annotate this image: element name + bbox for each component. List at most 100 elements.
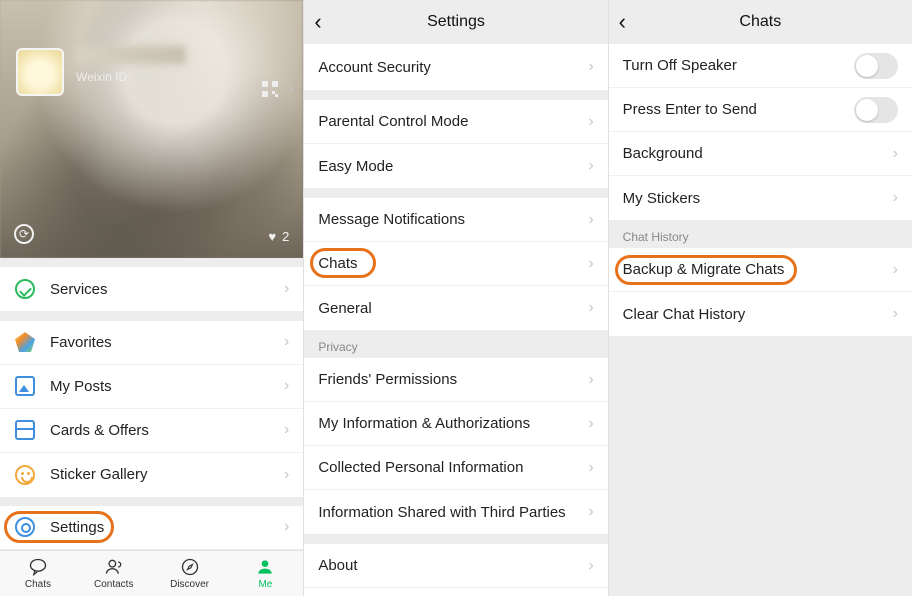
tab-label: Chats [25,579,51,590]
chevron-right-icon: › [288,80,293,98]
chevron-right-icon: › [588,58,593,76]
row-label: Information Shared with Third Parties [318,504,588,521]
chat-bubble-icon [27,557,49,577]
back-button[interactable]: ‹ [314,9,321,35]
row-general[interactable]: General › [304,286,607,330]
chevron-right-icon: › [588,503,593,521]
chevron-right-icon: › [588,299,593,317]
profile-text: Weixin ID: [76,46,186,84]
chevron-right-icon: › [588,211,593,229]
row-label: General [318,300,588,317]
chevron-right-icon: › [893,261,898,279]
menu-label: Services [50,281,284,298]
row-label: Friends' Permissions [318,371,588,388]
sticker-icon [14,464,36,486]
settings-header: ‹ Settings [304,0,607,44]
chevron-right-icon: › [588,157,593,175]
chevron-right-icon: › [588,415,593,433]
row-chats[interactable]: Chats › [304,242,607,286]
row-my-stickers[interactable]: My Stickers › [609,176,912,220]
row-label: Easy Mode [318,158,588,175]
likes-count: 2 [282,229,289,244]
row-label: Background [623,145,893,162]
row-turn-off-speaker[interactable]: Turn Off Speaker [609,44,912,88]
qr-code-icon[interactable] [262,81,278,97]
chevron-right-icon: › [893,189,898,207]
row-easy-mode[interactable]: Easy Mode › [304,144,607,188]
row-label: Account Security [318,59,588,76]
row-about[interactable]: About › [304,544,607,588]
chevron-right-icon: › [284,518,289,536]
menu-label: Sticker Gallery [50,466,284,483]
row-parental-control[interactable]: Parental Control Mode › [304,100,607,144]
row-label: Message Notifications [318,211,588,228]
tab-contacts[interactable]: Contacts [76,557,152,590]
row-message-notifications[interactable]: Message Notifications › [304,198,607,242]
toggle-enter-send[interactable] [854,97,898,123]
section-chat-history: Chat History [609,220,912,248]
menu-settings[interactable]: Settings › [0,506,303,550]
me-pane: Weixin ID: › ⟳ ♥ 2 Services › [0,0,304,596]
chevron-right-icon: › [284,377,289,395]
heart-icon: ♥ [268,229,276,244]
row-backup-migrate[interactable]: Backup & Migrate Chats › [609,248,912,292]
menu-label: Settings [50,519,284,536]
person-icon [254,557,276,577]
gear-icon [14,516,36,538]
row-label: Chats [318,255,588,272]
back-button[interactable]: ‹ [619,9,626,35]
tab-bar: Chats Contacts Discover Me [0,550,303,596]
tab-me[interactable]: Me [227,557,303,590]
posts-icon [14,375,36,397]
compass-icon [179,557,201,577]
tab-label: Discover [170,579,209,590]
chevron-right-icon: › [588,459,593,477]
services-icon [14,278,36,300]
chevron-right-icon: › [284,333,289,351]
contacts-icon [103,557,125,577]
chevron-right-icon: › [588,557,593,575]
chevron-right-icon: › [284,466,289,484]
row-label: Parental Control Mode [318,113,588,130]
row-label: Clear Chat History [623,306,893,323]
row-help-feedback[interactable]: Help & Feedback › [304,588,607,596]
menu-cards-offers[interactable]: Cards & Offers › [0,409,303,453]
row-label: Turn Off Speaker [623,57,854,74]
row-info-shared[interactable]: Information Shared with Third Parties › [304,490,607,534]
row-clear-history[interactable]: Clear Chat History › [609,292,912,336]
row-friends-permissions[interactable]: Friends' Permissions › [304,358,607,402]
profile-header[interactable]: Weixin ID: › ⟳ ♥ 2 [0,0,303,258]
page-title: Chats [739,13,781,31]
row-label: My Stickers [623,190,893,207]
row-background[interactable]: Background › [609,132,912,176]
menu-label: Cards & Offers [50,422,284,439]
cards-icon [14,419,36,441]
menu-favorites[interactable]: Favorites › [0,321,303,365]
row-my-info-auth[interactable]: My Information & Authorizations › [304,402,607,446]
row-collected-info[interactable]: Collected Personal Information › [304,446,607,490]
menu-my-posts[interactable]: My Posts › [0,365,303,409]
tab-chats[interactable]: Chats [0,557,76,590]
menu-sticker-gallery[interactable]: Sticker Gallery › [0,453,303,497]
page-title: Settings [427,13,485,31]
avatar[interactable] [16,48,64,96]
toggle-speaker[interactable] [854,53,898,79]
chevron-right-icon: › [588,371,593,389]
profile-accessory[interactable]: › [262,80,293,98]
menu-services[interactable]: Services › [0,267,303,311]
chevron-right-icon: › [284,421,289,439]
favorites-icon [14,331,36,353]
section-privacy: Privacy [304,330,607,358]
tab-label: Contacts [94,579,133,590]
profile-background-image [0,0,303,258]
row-account-security[interactable]: Account Security › [304,44,607,90]
chevron-right-icon: › [588,113,593,131]
row-press-enter-send[interactable]: Press Enter to Send [609,88,912,132]
row-label: My Information & Authorizations [318,415,588,432]
likes-indicator[interactable]: ♥ 2 [268,229,289,244]
tab-discover[interactable]: Discover [152,557,228,590]
row-label: About [318,557,588,574]
weixin-id-label: Weixin ID: [76,70,186,84]
chevron-right-icon: › [588,255,593,273]
chats-settings-pane: ‹ Chats Turn Off Speaker Press Enter to … [609,0,912,596]
